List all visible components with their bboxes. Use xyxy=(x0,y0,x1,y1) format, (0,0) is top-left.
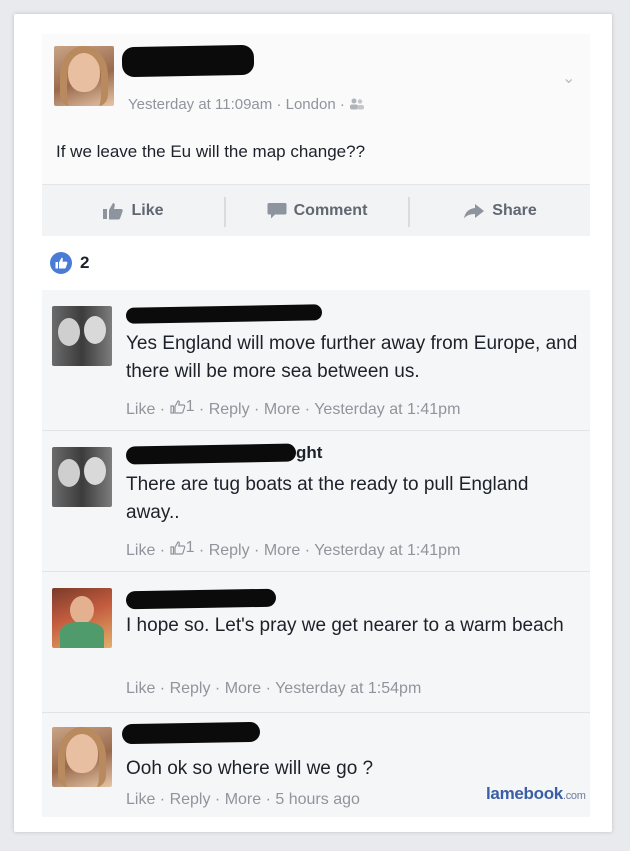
share-icon xyxy=(464,204,485,219)
post-timestamp[interactable]: Yesterday at 11:09am xyxy=(128,96,272,113)
original-post: Yesterday at 11:09am · London · ⌄ If we … xyxy=(42,34,590,184)
commenter-avatar[interactable] xyxy=(52,727,112,787)
comment-reply-link[interactable]: Reply xyxy=(170,791,211,808)
comment-reply-link[interactable]: Reply xyxy=(209,401,250,418)
comment-like-link[interactable]: Like xyxy=(126,401,155,418)
redacted-commenter-name xyxy=(125,588,277,610)
comment-time[interactable]: Yesterday at 1:41pm xyxy=(314,401,460,418)
thumbs-up-outline-icon xyxy=(169,400,185,414)
comment-text: There are tug boats at the ready to pull… xyxy=(126,474,529,523)
lamebook-watermark: lamebook.com xyxy=(486,784,586,804)
like-button[interactable]: Like xyxy=(42,185,224,237)
watermark-brand: lamebook xyxy=(486,784,563,803)
meta-dot: · xyxy=(339,96,350,113)
comment-meta: Like · Reply · More · Yesterday at 1:54p… xyxy=(126,680,422,697)
comment-like-count: 1 xyxy=(169,398,194,416)
facebook-post-card: Yesterday at 11:09am · London · ⌄ If we … xyxy=(14,14,612,832)
comment-meta: Like · Reply · More · 5 hours ago xyxy=(126,791,360,808)
comment-item: Yes England will move further away from … xyxy=(42,290,590,431)
comment-time[interactable]: Yesterday at 1:41pm xyxy=(314,542,460,559)
commenter-avatar[interactable] xyxy=(52,306,112,366)
comment-meta: Like · 1 · Reply · More · Yesterday at 1… xyxy=(126,539,461,559)
redacted-commenter-name xyxy=(125,443,297,465)
comment-label: Comment xyxy=(293,202,368,219)
chevron-down-icon[interactable]: ⌄ xyxy=(562,68,575,88)
action-bar: Like Comment Share xyxy=(42,184,590,238)
post-meta: Yesterday at 11:09am · London · xyxy=(128,96,365,113)
watermark-tld: .com xyxy=(562,790,586,802)
meta-dot: · xyxy=(276,96,286,113)
share-button[interactable]: Share xyxy=(410,185,590,237)
like-reaction-icon xyxy=(50,252,72,274)
post-text: If we leave the Eu will the map change?? xyxy=(56,142,366,161)
post-location[interactable]: London xyxy=(286,96,336,113)
commenter-avatar[interactable] xyxy=(52,588,112,648)
redacted-poster-name xyxy=(121,44,255,78)
comment-item: ght There are tug boats at the ready to … xyxy=(42,431,590,572)
comment-more-link[interactable]: More xyxy=(225,791,261,808)
comment-text: I hope so. Let's pray we get nearer to a… xyxy=(126,615,564,636)
comment-time[interactable]: Yesterday at 1:54pm xyxy=(275,680,421,697)
comment-text: Yes England will move further away from … xyxy=(126,333,578,382)
comment-like-link[interactable]: Like xyxy=(126,542,155,559)
commenter-name-fragment: ght xyxy=(296,443,323,462)
thumbs-up-icon xyxy=(55,257,67,269)
comment-like-link[interactable]: Like xyxy=(126,680,155,697)
redacted-commenter-name xyxy=(121,721,261,745)
comment-icon xyxy=(267,203,287,219)
commenter-avatar[interactable] xyxy=(52,447,112,507)
thumbs-up-outline-icon xyxy=(169,541,185,555)
comment-more-link[interactable]: More xyxy=(264,401,300,418)
comment-more-link[interactable]: More xyxy=(264,542,300,559)
like-count: 2 xyxy=(80,253,90,272)
comment-item: I hope so. Let's pray we get nearer to a… xyxy=(42,572,590,713)
comment-like-link[interactable]: Like xyxy=(126,791,155,808)
reactions-row[interactable]: 2 xyxy=(42,236,590,291)
redacted-commenter-name xyxy=(125,304,323,324)
comment-more-link[interactable]: More xyxy=(225,680,261,697)
comment-text: Ooh ok so where will we go ? xyxy=(126,758,374,779)
comment-button[interactable]: Comment xyxy=(226,185,408,237)
poster-avatar[interactable] xyxy=(54,46,114,106)
comment-reply-link[interactable]: Reply xyxy=(209,542,250,559)
share-label: Share xyxy=(492,202,537,219)
comment-time[interactable]: 5 hours ago xyxy=(275,791,360,808)
comment-reply-link[interactable]: Reply xyxy=(170,680,211,697)
comment-meta: Like · 1 · Reply · More · Yesterday at 1… xyxy=(126,398,461,418)
friends-icon xyxy=(350,98,365,110)
comment-like-count: 1 xyxy=(169,539,194,557)
like-label: Like xyxy=(131,202,164,219)
thumbs-up-icon xyxy=(103,203,124,220)
